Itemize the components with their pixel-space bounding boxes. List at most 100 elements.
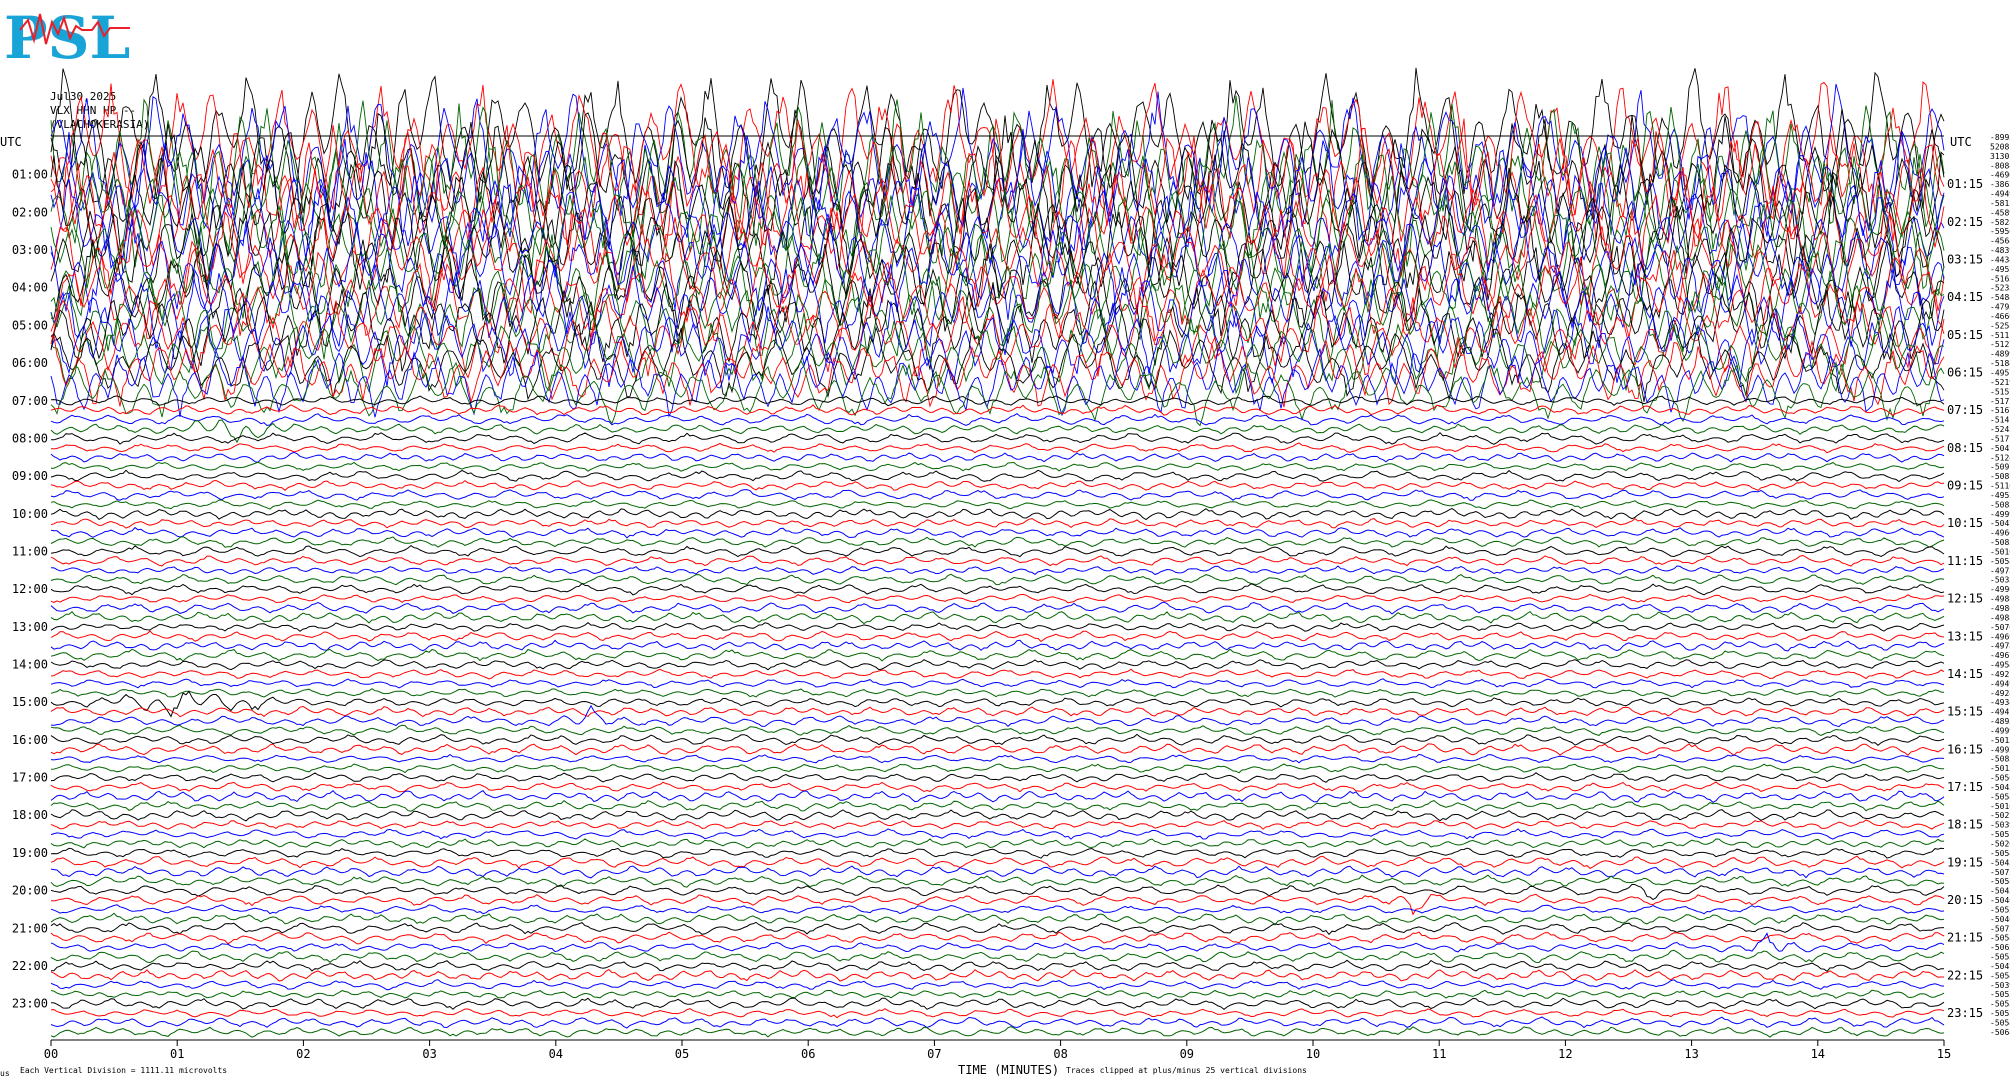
trace-offset-value: -5245	[1990, 425, 2010, 434]
trace-offset-value: -4969	[1990, 632, 2010, 641]
trace-offset-value: -5177	[1990, 434, 2010, 443]
right-offset-values: -899552083130-8084-4696-3862-4949-5812-4…	[1990, 133, 2010, 1037]
trace-offset-value: -5054	[1990, 849, 2010, 858]
trace-offset-value: -5219	[1990, 378, 2010, 387]
right-time-label: 14:15	[1947, 667, 1983, 681]
trace-offset-value: -4957	[1990, 369, 2010, 378]
trace-offset-value: -4960	[1990, 529, 2010, 538]
right-time-label: 07:15	[1947, 403, 1983, 417]
x-axis-ticks: 00 01 02 03 04 05 06 07 08 09 10 11 12 13 14 15	[44, 1040, 1951, 1061]
left-time-label: 13:00	[12, 620, 48, 634]
trace-offset-value: -5051	[1990, 830, 2010, 839]
right-time-label: 16:15	[1947, 742, 1983, 756]
trace-offset-value: -5085	[1990, 755, 2010, 764]
trace-offset-value: -5950	[1990, 227, 2010, 236]
right-time-label: 08:15	[1947, 441, 1983, 455]
seismic-trace	[50, 668, 1945, 680]
seismic-trace	[50, 1008, 1945, 1019]
trace-offset-value: -5141	[1990, 416, 2010, 425]
right-time-label: 20:15	[1947, 893, 1983, 907]
trace-offset-value: -4952	[1990, 265, 2010, 274]
trace-offset-value: -5828	[1990, 218, 2010, 227]
trace-offset-value: -5157	[1990, 387, 2010, 396]
seismic-trace	[50, 790, 1945, 804]
left-time-label: 23:00	[12, 997, 48, 1011]
right-time-label: 19:15	[1947, 855, 1983, 869]
trace-offset-value: -5184	[1990, 359, 2010, 368]
trace-offset-value: -4941	[1990, 708, 2010, 717]
seismic-trace	[50, 912, 1945, 926]
seismic-trace	[50, 544, 1945, 558]
trace-offset-value: -4978	[1990, 642, 2010, 651]
trace-offset-value: -4988	[1990, 613, 2010, 622]
trace-offset-value: -4589	[1990, 208, 2010, 217]
seismic-trace	[50, 573, 1945, 586]
seismic-trace	[50, 395, 1945, 407]
seismic-trace	[50, 479, 1945, 491]
seismic-trace	[50, 1026, 1945, 1038]
trace-offset-value: -4999	[1990, 510, 2010, 519]
helicorder-plot: PSL Jul30,2025 VLX HHN HP -- (VLACHOKERA…	[0, 4, 2010, 1078]
seismic-trace	[50, 989, 1945, 999]
left-time-label: 12:00	[12, 582, 48, 596]
seismic-trace	[50, 979, 1945, 991]
seismic-trace	[50, 508, 1945, 521]
seismic-trace	[50, 847, 1945, 859]
x-tick-label: 11	[1432, 1047, 1446, 1061]
trace-offset-value: -5116	[1990, 482, 2010, 491]
trace-offset-value: -5255	[1990, 321, 2010, 330]
clip-note: Traces clipped at plus/minus 25 vertical…	[1066, 1066, 1307, 1075]
seismic-trace	[50, 921, 1945, 936]
trace-offset-value: -5085	[1990, 538, 2010, 547]
seismic-trace	[50, 442, 1945, 454]
trace-offset-value: -5484	[1990, 293, 2010, 302]
right-time-label: 21:15	[1947, 931, 1983, 945]
trace-offset-value: -4839	[1990, 246, 2010, 255]
left-time-label: 08:00	[12, 431, 48, 445]
trace-offset-value: -8084	[1990, 161, 2010, 170]
trace-offset-value: -5058	[1990, 557, 2010, 566]
left-time-label: 06:00	[12, 356, 48, 370]
header-channel: VLX HHN HP --	[50, 104, 136, 117]
trace-offset-value: -5127	[1990, 340, 2010, 349]
left-time-label: 10:00	[12, 507, 48, 521]
right-time-label: 09:15	[1947, 479, 1983, 493]
right-time-label: 06:15	[1947, 366, 1983, 380]
x-tick-label: 09	[1180, 1047, 1194, 1061]
seismic-trace	[50, 659, 1945, 671]
right-time-label: 23:15	[1947, 1006, 1983, 1020]
left-time-label: 04:00	[12, 281, 48, 295]
trace-offset-value: -5076	[1990, 623, 2010, 632]
left-time-label: 05:00	[12, 318, 48, 332]
right-time-label: 17:15	[1947, 780, 1983, 794]
seismic-trace	[50, 932, 1945, 953]
trace-offset-value: -5039	[1990, 821, 2010, 830]
seismic-trace	[50, 800, 1945, 812]
seismic-trace	[50, 526, 1945, 539]
trace-offset-value: -4954	[1990, 661, 2010, 670]
trace-offset-value: -5013	[1990, 736, 2010, 745]
trace-offset-value: -5040	[1990, 896, 2010, 905]
seismic-trace	[50, 687, 1945, 698]
trace-offset-value: -5055	[1990, 990, 2010, 999]
trace-offset-value: -5047	[1990, 519, 2010, 528]
trace-offset-value: -4660	[1990, 312, 2010, 321]
trace-offset-value: -5043	[1990, 858, 2010, 867]
seismic-trace	[50, 733, 1945, 746]
trace-offset-value: -4975	[1990, 566, 2010, 575]
right-time-label: 15:15	[1947, 705, 1983, 719]
x-tick-label: 00	[44, 1047, 58, 1061]
logo-text: PSL	[4, 4, 130, 72]
trace-offset-value: -4899	[1990, 350, 2010, 359]
x-tick-label: 02	[296, 1047, 310, 1061]
seismic-trace	[50, 724, 1945, 736]
trace-offset-value: -5045	[1990, 783, 2010, 792]
trace-offset-value: -5058	[1990, 1018, 2010, 1027]
seismic-trace	[50, 763, 1945, 774]
left-time-label: 14:00	[12, 658, 48, 672]
trace-offset-value: -5058	[1990, 934, 2010, 943]
x-tick-label: 05	[675, 1047, 689, 1061]
right-time-label: 10:15	[1947, 516, 1983, 530]
trace-offset-value: -4564	[1990, 237, 2010, 246]
left-time-label: 01:00	[12, 168, 48, 182]
